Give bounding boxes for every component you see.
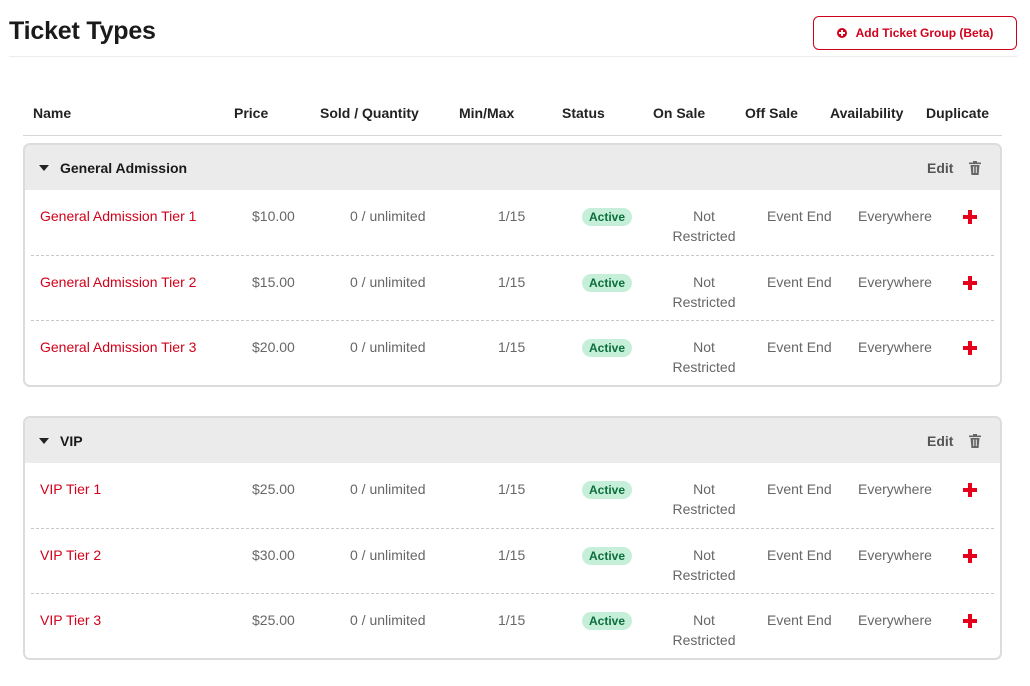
ticket-price: $10.00 <box>252 208 295 224</box>
page-title: Ticket Types <box>9 17 156 45</box>
caret-down-icon[interactable] <box>39 165 49 171</box>
ticket-availability: Everywhere <box>858 612 932 628</box>
ticket-name-link[interactable]: VIP Tier 2 <box>40 547 101 563</box>
ticket-group-general-admission: General Admission Edit General Admission… <box>23 143 1002 387</box>
ticket-min-max: 1/15 <box>498 547 526 563</box>
ticket-off-sale: Event End <box>767 612 832 628</box>
trash-icon[interactable] <box>969 434 981 448</box>
ticket-availability: Everywhere <box>858 481 932 497</box>
caret-down-icon[interactable] <box>39 438 49 444</box>
ticket-price: $25.00 <box>252 612 295 628</box>
ticket-availability: Everywhere <box>858 547 932 563</box>
status-badge: Active <box>582 612 633 630</box>
plus-circle-icon <box>836 28 847 38</box>
ticket-min-max: 1/15 <box>498 612 526 628</box>
column-header-name: Name <box>33 105 72 121</box>
ticket-sold-quantity: 0 / unlimited <box>350 547 426 563</box>
ticket-min-max: 1/15 <box>498 339 526 355</box>
ticket-on-sale: Not Restricted <box>672 547 736 583</box>
ticket-off-sale: Event End <box>767 339 832 355</box>
status-cell: Active <box>582 612 633 630</box>
group-name: VIP <box>60 433 83 449</box>
ticket-on-sale: Not Restricted <box>672 481 736 517</box>
duplicate-plus-icon[interactable] <box>963 483 977 497</box>
duplicate-plus-icon[interactable] <box>963 210 977 224</box>
status-badge: Active <box>582 274 633 292</box>
ticket-availability: Everywhere <box>858 274 932 290</box>
status-badge: Active <box>582 481 633 499</box>
ticket-name-link[interactable]: General Admission Tier 1 <box>40 208 196 224</box>
duplicate-plus-icon[interactable] <box>963 614 977 628</box>
ticket-off-sale: Event End <box>767 547 832 563</box>
header-divider <box>23 135 1002 136</box>
ticket-sold-quantity: 0 / unlimited <box>350 612 426 628</box>
status-badge: Active <box>582 339 633 357</box>
ticket-name-link[interactable]: General Admission Tier 2 <box>40 274 196 290</box>
ticket-price: $30.00 <box>252 547 295 563</box>
edit-group-button[interactable]: Edit <box>927 433 953 449</box>
status-cell: Active <box>582 547 633 565</box>
ticket-off-sale: Event End <box>767 274 832 290</box>
ticket-off-sale: Event End <box>767 208 832 224</box>
trash-icon[interactable] <box>969 161 981 175</box>
column-header-status: Status <box>562 105 605 121</box>
ticket-on-sale: Not Restricted <box>672 208 736 244</box>
ticket-off-sale: Event End <box>767 481 832 497</box>
add-ticket-group-label: Add Ticket Group (Beta) <box>855 26 994 40</box>
ticket-row: VIP Tier 2 $30.00 0 / unlimited 1/15 Act… <box>31 528 994 593</box>
ticket-row: General Admission Tier 3 $20.00 0 / unli… <box>31 320 994 385</box>
duplicate-plus-icon[interactable] <box>963 341 977 355</box>
ticket-row: General Admission Tier 2 $15.00 0 / unli… <box>31 255 994 320</box>
ticket-price: $25.00 <box>252 481 295 497</box>
status-cell: Active <box>582 339 633 357</box>
ticket-row: General Admission Tier 1 $10.00 0 / unli… <box>31 190 994 255</box>
group-header[interactable]: General Admission Edit <box>25 145 1000 190</box>
group-name: General Admission <box>60 160 188 176</box>
column-header-price: Price <box>234 105 269 121</box>
status-cell: Active <box>582 274 633 292</box>
add-ticket-group-button[interactable]: Add Ticket Group (Beta) <box>813 16 1017 50</box>
group-header[interactable]: VIP Edit <box>25 418 1000 463</box>
ticket-on-sale: Not Restricted <box>672 339 736 375</box>
column-header-availability: Availability <box>830 105 904 121</box>
ticket-row: VIP Tier 3 $25.00 0 / unlimited 1/15 Act… <box>31 593 994 658</box>
ticket-min-max: 1/15 <box>498 481 526 497</box>
ticket-on-sale: Not Restricted <box>672 274 736 310</box>
ticket-name-link[interactable]: VIP Tier 3 <box>40 612 101 628</box>
duplicate-plus-icon[interactable] <box>963 276 977 290</box>
ticket-availability: Everywhere <box>858 208 932 224</box>
column-header-sold-quantity: Sold / Quantity <box>320 105 419 121</box>
ticket-price: $20.00 <box>252 339 295 355</box>
status-cell: Active <box>582 481 633 499</box>
ticket-price: $15.00 <box>252 274 295 290</box>
ticket-sold-quantity: 0 / unlimited <box>350 481 426 497</box>
ticket-on-sale: Not Restricted <box>672 612 736 648</box>
ticket-sold-quantity: 0 / unlimited <box>350 208 426 224</box>
ticket-row: VIP Tier 1 $25.00 0 / unlimited 1/15 Act… <box>31 463 994 528</box>
column-header-off-sale: Off Sale <box>745 105 798 121</box>
ticket-sold-quantity: 0 / unlimited <box>350 274 426 290</box>
ticket-min-max: 1/15 <box>498 208 526 224</box>
column-header-duplicate: Duplicate <box>926 105 990 121</box>
ticket-name-link[interactable]: VIP Tier 1 <box>40 481 101 497</box>
ticket-name-link[interactable]: General Admission Tier 3 <box>40 339 196 355</box>
edit-group-button[interactable]: Edit <box>927 160 953 176</box>
status-cell: Active <box>582 208 633 226</box>
duplicate-plus-icon[interactable] <box>963 549 977 563</box>
ticket-group-vip: VIP Edit VIP Tier 1 $25.00 0 / unlimited… <box>23 416 1002 660</box>
ticket-sold-quantity: 0 / unlimited <box>350 339 426 355</box>
status-badge: Active <box>582 208 633 226</box>
column-header-min-max: Min/Max <box>459 105 515 121</box>
ticket-min-max: 1/15 <box>498 274 526 290</box>
ticket-availability: Everywhere <box>858 339 932 355</box>
status-badge: Active <box>582 547 633 565</box>
title-divider <box>9 56 1017 57</box>
column-header-on-sale: On Sale <box>653 105 706 121</box>
